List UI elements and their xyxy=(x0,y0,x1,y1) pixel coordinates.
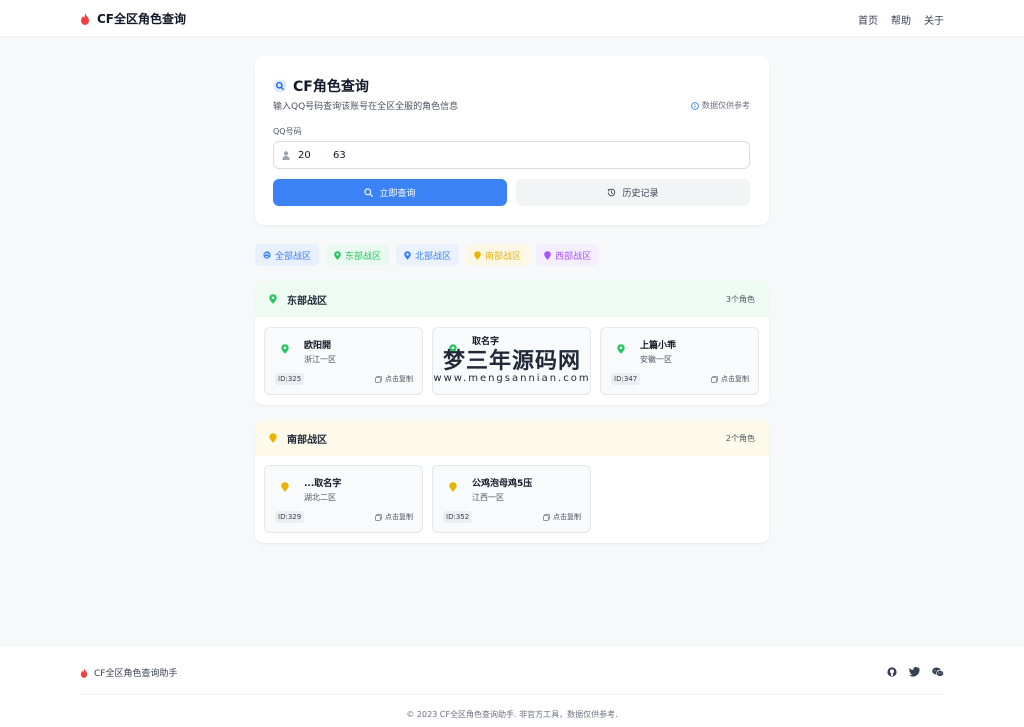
region-count: 3个角色 xyxy=(725,294,755,304)
character-server: 安徽一区 xyxy=(640,355,672,364)
copy-icon xyxy=(375,513,382,521)
watermark-title: 梦三年源码网 xyxy=(442,349,581,374)
social-links xyxy=(887,667,944,677)
copy-action[interactable]: 点击复制 xyxy=(711,374,749,384)
region-count: 2个角色 xyxy=(725,433,755,443)
footer-brand-text: CF全区角色查询助手 xyxy=(94,669,178,679)
search-card-header: CF角色查询 xyxy=(273,76,369,96)
history-button-label: 历史记录 xyxy=(622,189,659,199)
nav-help[interactable]: 帮助 xyxy=(891,12,911,27)
copy-label: 点击复制 xyxy=(385,513,413,521)
copy-label: 点击复制 xyxy=(553,513,581,521)
character-name: 上篇小乖 xyxy=(640,341,677,351)
history-icon xyxy=(608,188,616,197)
reference-note-text: 数据仅供参考 xyxy=(702,101,750,110)
github-icon[interactable] xyxy=(887,667,897,677)
qq-field-label: QQ号码 xyxy=(273,127,302,136)
copyright: © 2023 CF全区角色查询助手. 非官方工具，数据仅供参考. xyxy=(406,710,618,719)
region-name: 东部战区 xyxy=(287,295,327,307)
query-button[interactable]: 立即查询 xyxy=(273,179,507,206)
tab-all-label: 全部战区 xyxy=(275,251,312,262)
tab-south[interactable]: 南部战区 xyxy=(466,244,530,266)
site-title: CF全区角色查询 xyxy=(97,12,187,26)
character-name: 公鸡泡母鸡5压 xyxy=(472,479,533,489)
character-id: ID:352 xyxy=(443,511,473,523)
region-section-south: 南部战区 2个角色 ...取名字 湖北二区 ID:329 点击复制 公鸡泡母鸡5… xyxy=(255,420,769,543)
main-nav: 首页 帮助 关于 xyxy=(858,12,944,27)
footer-divider xyxy=(80,694,944,695)
map-pin-icon xyxy=(449,482,457,492)
copy-action[interactable]: 点击复制 xyxy=(543,512,581,522)
globe-icon xyxy=(263,251,271,259)
search-card-subtitle: 输入QQ号码查询该账号在全区全服的角色信息 xyxy=(273,102,459,112)
character-server: 浙江一区 xyxy=(304,355,336,364)
character-server: 江西一区 xyxy=(472,493,504,502)
copy-icon xyxy=(543,513,550,521)
search-circle-icon xyxy=(273,79,287,93)
map-pin-icon xyxy=(474,250,481,260)
search-card-title: CF角色查询 xyxy=(293,79,369,95)
character-name: ...取名字 xyxy=(304,479,342,489)
character-name: 欧阳開 xyxy=(304,341,332,351)
copy-label: 点击复制 xyxy=(721,375,749,383)
user-icon xyxy=(282,150,290,160)
map-pin-icon xyxy=(617,344,625,354)
copy-action[interactable]: 点击复制 xyxy=(375,512,413,522)
character-id: ID:325 xyxy=(275,373,305,385)
character-card[interactable]: ...取名字 湖北二区 ID:329 点击复制 xyxy=(264,465,423,533)
search-icon xyxy=(364,188,374,197)
map-pin-icon xyxy=(269,294,277,304)
nav-about[interactable]: 关于 xyxy=(924,12,944,27)
twitter-icon[interactable] xyxy=(909,667,920,677)
copy-icon xyxy=(375,375,382,383)
search-card: CF角色查询 输入QQ号码查询该账号在全区全服的角色信息 数据仅供参考 QQ号码… xyxy=(255,56,769,225)
map-pin-icon xyxy=(269,433,277,443)
tab-west-label: 西部战区 xyxy=(555,251,592,262)
region-header: 东部战区 3个角色 xyxy=(255,281,769,317)
info-icon xyxy=(691,101,699,110)
character-id: ID:329 xyxy=(275,511,305,523)
map-pin-icon xyxy=(281,344,289,354)
tab-east[interactable]: 东部战区 xyxy=(326,244,390,266)
tab-north[interactable]: 北部战区 xyxy=(396,244,460,266)
tab-south-label: 南部战区 xyxy=(485,251,522,262)
nav-home[interactable]: 首页 xyxy=(858,12,878,27)
watermark: 梦三年源码网 www.mengsannian.com xyxy=(418,343,606,384)
reference-note: 数据仅供参考 xyxy=(691,100,750,111)
flame-icon xyxy=(80,667,88,678)
footer-brand: CF全区角色查询助手 xyxy=(80,666,177,679)
character-card[interactable]: 上篇小乖 安徽一区 ID:347 点击复制 xyxy=(600,327,759,395)
map-pin-icon xyxy=(404,250,411,260)
tab-north-label: 北部战区 xyxy=(415,251,452,262)
map-pin-icon xyxy=(281,482,289,492)
map-pin-icon xyxy=(334,250,341,260)
map-pin-icon xyxy=(544,250,551,260)
qq-input-wrapper[interactable] xyxy=(273,141,750,169)
footer: CF全区角色查询助手 © 2023 CF全区角色查询助手. 非官方工具，数据仅供… xyxy=(0,645,1024,727)
tab-west[interactable]: 西部战区 xyxy=(536,244,600,266)
character-server: 湖北二区 xyxy=(304,493,336,502)
watermark-url: www.mengsannian.com xyxy=(433,373,591,384)
history-button[interactable]: 历史记录 xyxy=(516,179,750,206)
query-button-label: 立即查询 xyxy=(379,189,416,199)
flame-icon xyxy=(81,12,89,25)
tab-all[interactable]: 全部战区 xyxy=(255,244,320,266)
tab-east-label: 东部战区 xyxy=(345,251,382,262)
qq-input[interactable] xyxy=(298,149,738,161)
brand[interactable]: CF全区角色查询 xyxy=(80,10,186,27)
region-name: 南部战区 xyxy=(287,434,327,446)
region-tabs: 全部战区 东部战区 北部战区 南部战区 西部战区 xyxy=(255,244,600,266)
copy-icon xyxy=(711,375,718,383)
top-header: CF全区角色查询 首页 帮助 关于 xyxy=(0,0,1024,37)
wechat-icon[interactable] xyxy=(932,667,944,677)
copy-label: 点击复制 xyxy=(385,375,413,383)
character-card[interactable]: 欧阳開 浙江一区 ID:325 点击复制 xyxy=(264,327,423,395)
character-card[interactable]: 公鸡泡母鸡5压 江西一区 ID:352 点击复制 xyxy=(432,465,591,533)
copy-action[interactable]: 点击复制 xyxy=(375,374,413,384)
character-id: ID:347 xyxy=(611,373,641,385)
region-header: 南部战区 2个角色 xyxy=(255,420,769,456)
